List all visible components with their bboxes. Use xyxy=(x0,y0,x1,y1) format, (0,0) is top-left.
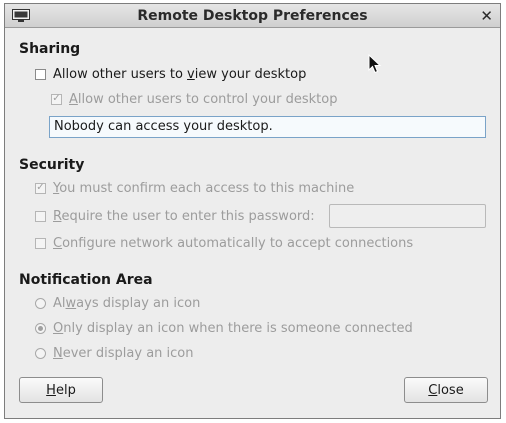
notification-heading: Notification Area xyxy=(19,272,153,288)
checkbox-checked-icon[interactable]: ✓ xyxy=(51,93,62,105)
confirm-access-label: You must confirm each access to this mac… xyxy=(53,180,355,196)
close-button[interactable]: Close xyxy=(404,377,488,403)
checkbox-unchecked-icon[interactable] xyxy=(35,68,46,80)
password-field[interactable] xyxy=(329,204,486,228)
window-title: Remote Desktop Preferences xyxy=(137,8,368,24)
allow-control-label: Allow other users to control your deskto… xyxy=(69,91,338,107)
security-heading: Security xyxy=(19,157,85,173)
require-password-checkbox[interactable]: Require the user to enter this password: xyxy=(35,207,315,225)
radio-never-display[interactable]: Never display an icon xyxy=(35,344,193,362)
preferences-dialog: Remote Desktop Preferences ✕ Sharing All… xyxy=(4,3,501,419)
sharing-heading: Sharing xyxy=(19,41,81,57)
allow-view-label: Allow other users to view your desktop xyxy=(53,66,307,82)
close-icon[interactable]: ✕ xyxy=(480,7,493,25)
radio-unselected-icon[interactable] xyxy=(35,347,46,359)
radio-selected-icon[interactable] xyxy=(35,322,46,334)
radio-never-label: Never display an icon xyxy=(53,345,194,361)
title-bar[interactable]: Remote Desktop Preferences ✕ xyxy=(5,4,500,28)
radio-always-display[interactable]: Always display an icon xyxy=(35,294,200,312)
radio-unselected-icon[interactable] xyxy=(35,297,46,309)
help-button[interactable]: Help xyxy=(19,377,103,403)
checkbox-unchecked-icon[interactable] xyxy=(35,210,46,222)
radio-only-connected-label: Only display an icon when there is someo… xyxy=(53,320,413,336)
configure-network-label: Configure network automatically to accep… xyxy=(53,235,414,251)
mouse-pointer-icon xyxy=(368,54,382,74)
confirm-access-checkbox[interactable]: ✓ You must confirm each access to this m… xyxy=(35,179,354,197)
require-password-label: Require the user to enter this password: xyxy=(53,208,315,224)
radio-always-label: Always display an icon xyxy=(53,295,201,311)
allow-control-checkbox[interactable]: ✓ Allow other users to control your desk… xyxy=(51,90,337,108)
radio-only-connected[interactable]: Only display an icon when there is someo… xyxy=(35,319,413,337)
allow-view-checkbox[interactable]: Allow other users to view your desktop xyxy=(35,65,306,83)
sharing-status-field: Nobody can access your desktop. xyxy=(49,116,486,138)
configure-network-checkbox[interactable]: Configure network automatically to accep… xyxy=(35,234,413,252)
checkbox-checked-icon[interactable]: ✓ xyxy=(35,182,46,194)
checkbox-unchecked-icon[interactable] xyxy=(35,237,46,249)
